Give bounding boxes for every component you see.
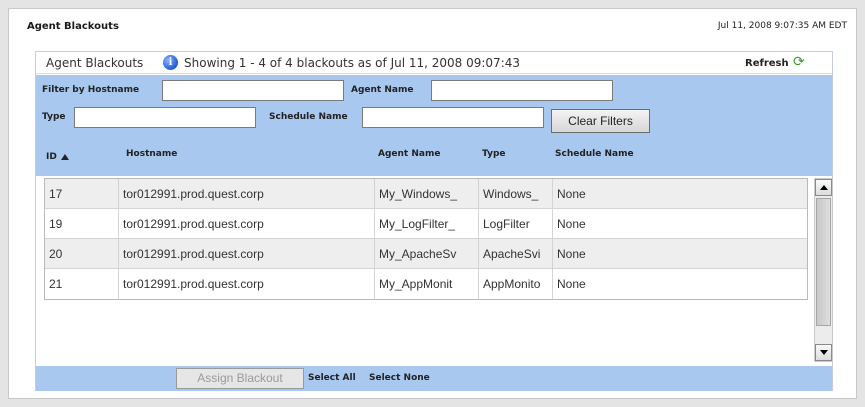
cell-schedule-name: None [557, 247, 586, 261]
assign-blackout-button[interactable]: Assign Blackout [176, 368, 304, 389]
hostname-filter-input[interactable] [162, 80, 344, 101]
column-header-agent-name[interactable]: Agent Name [378, 149, 440, 159]
table-row[interactable]: 20 tor012991.prod.quest.corp My_ApacheSv… [45, 239, 807, 269]
clear-filters-button[interactable]: Clear Filters [551, 109, 650, 133]
column-header-id[interactable]: ID [46, 152, 69, 162]
cell-schedule-name: None [557, 187, 586, 201]
column-header-hostname[interactable]: Hostname [126, 149, 177, 159]
cell-id: 19 [45, 209, 119, 239]
type-filter-input[interactable] [74, 107, 256, 128]
agent-name-filter-input[interactable] [431, 80, 613, 101]
column-header-type[interactable]: Type [482, 149, 505, 159]
scroll-down-button[interactable] [815, 344, 832, 361]
select-none-link[interactable]: Select None [369, 373, 430, 383]
scrollbar-thumb[interactable] [816, 198, 831, 326]
page-container: Agent Blackouts Jul 11, 2008 9:07:35 AM … [8, 8, 857, 399]
page-timestamp: Jul 11, 2008 9:07:35 AM EDT [717, 21, 847, 31]
table-row[interactable]: 21 tor012991.prod.quest.corp My_AppMonit… [45, 269, 807, 299]
cell-schedule-name: None [557, 217, 586, 231]
blackouts-table: 17 tor012991.prod.quest.corp My_Windows_… [44, 178, 808, 300]
filter-area: Filter by Hostname Agent Name Type Sched… [36, 75, 832, 140]
arrow-down-icon [820, 350, 828, 355]
table-header-row: ID Hostname Agent Name Type Schedule Nam… [36, 140, 832, 176]
cell-type: AppMonito [479, 269, 553, 299]
scroll-up-button[interactable] [815, 179, 832, 196]
cell-type: ApacheSvi [479, 239, 553, 269]
info-icon[interactable]: i [163, 55, 178, 70]
cell-hostname: tor012991.prod.quest.corp [119, 269, 375, 299]
schedule-name-filter-input[interactable] [362, 107, 544, 128]
cell-hostname: tor012991.prod.quest.corp [119, 239, 375, 269]
cell-agent-name: My_ApacheSv [375, 239, 479, 269]
cell-hostname: tor012991.prod.quest.corp [119, 179, 375, 209]
page-title: Agent Blackouts [27, 21, 119, 32]
cell-id: 20 [45, 239, 119, 269]
blackouts-panel: Agent Blackouts i Showing 1 - 4 of 4 bla… [35, 51, 833, 391]
column-header-schedule-name[interactable]: Schedule Name [555, 149, 634, 159]
showing-count: Showing 1 - 4 of 4 blackouts as of Jul 1… [184, 56, 521, 70]
type-filter-label: Type [42, 112, 66, 122]
hostname-filter-label: Filter by Hostname [42, 85, 140, 95]
refresh-icon[interactable]: ⟳ [793, 55, 807, 69]
cell-agent-name: My_LogFilter_ [375, 209, 479, 239]
action-footer: Assign Blackout Select All Select None [36, 366, 832, 391]
select-all-link[interactable]: Select All [308, 373, 356, 383]
cell-id: 21 [45, 269, 119, 299]
panel-header: Agent Blackouts i Showing 1 - 4 of 4 bla… [36, 52, 832, 74]
cell-type: LogFilter [479, 209, 553, 239]
cell-id: 17 [45, 179, 119, 209]
schedule-name-filter-label: Schedule Name [269, 112, 348, 122]
cell-hostname: tor012991.prod.quest.corp [119, 209, 375, 239]
panel-title: Agent Blackouts [46, 56, 144, 70]
cell-agent-name: My_AppMonit [375, 269, 479, 299]
refresh-link[interactable]: Refresh [745, 58, 789, 69]
agent-name-filter-label: Agent Name [351, 85, 414, 95]
table-row[interactable]: 17 tor012991.prod.quest.corp My_Windows_… [45, 179, 807, 209]
table-row[interactable]: 19 tor012991.prod.quest.corp My_LogFilte… [45, 209, 807, 239]
cell-agent-name: My_Windows_ [375, 179, 479, 209]
sort-ascending-icon [60, 154, 69, 160]
arrow-up-icon [820, 185, 828, 190]
vertical-scrollbar[interactable] [814, 178, 833, 362]
cell-type: Windows_ [479, 179, 553, 209]
cell-schedule-name: None [557, 277, 586, 291]
